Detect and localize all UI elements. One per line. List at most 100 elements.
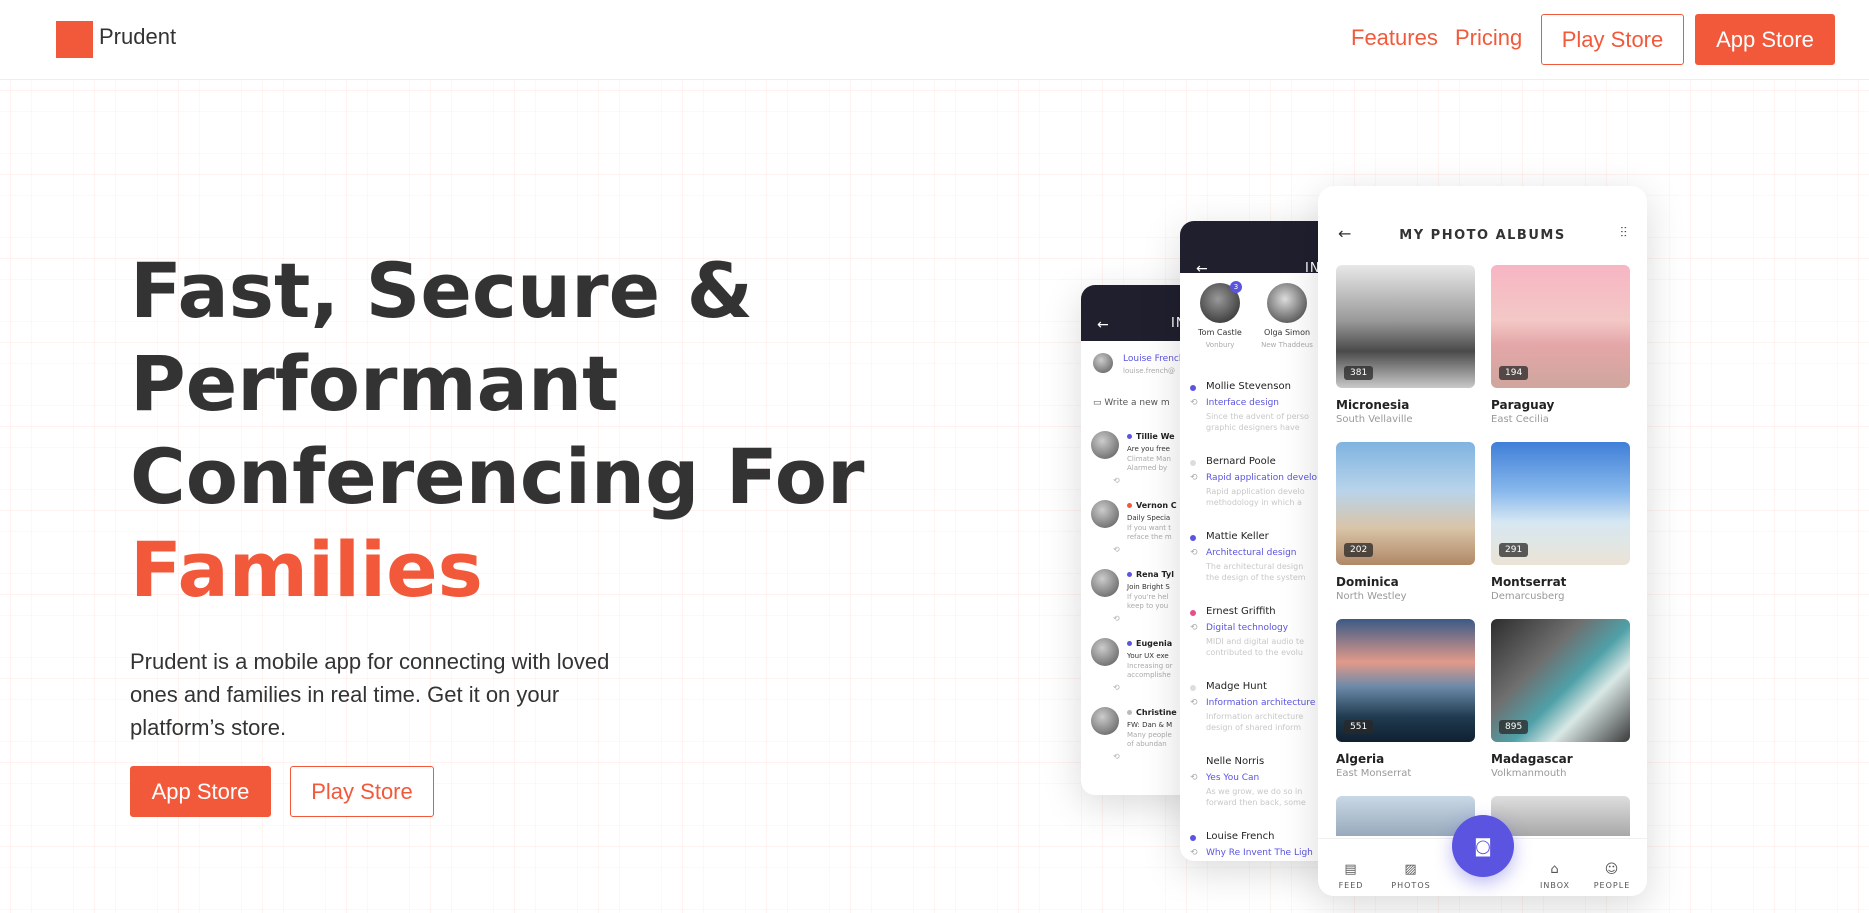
reply-icon: ⟲ xyxy=(1113,752,1120,761)
message-row[interactable]: Louise French ⟲ Why Re Invent The Ligh xyxy=(1190,831,1335,861)
contact-tom[interactable]: 3 Tom Castle Vonbury xyxy=(1192,281,1248,351)
contacts-row: 3 Tom Castle Vonbury Olga Simon New Thad… xyxy=(1180,273,1335,349)
status-dot xyxy=(1190,835,1196,841)
phone-mockup-inbox-front: ← IN 3 Tom Castle Vonbury Olga Simon New… xyxy=(1180,221,1335,861)
album-card[interactable]: 551 Algeria East Monserrat xyxy=(1336,619,1475,779)
album-location: East Monserrat xyxy=(1336,768,1412,779)
album-location: Volkmanmouth xyxy=(1491,768,1567,779)
message-row[interactable]: Mollie Stevenson ⟲ Interface design Sinc… xyxy=(1190,381,1335,451)
album-name: Madagascar xyxy=(1491,752,1573,766)
brand-logo-icon[interactable] xyxy=(56,21,93,58)
album-image-partial xyxy=(1336,796,1475,836)
message-preview: the design of the system xyxy=(1206,573,1306,582)
message-row[interactable]: Mattie Keller ⟲ Architectural design The… xyxy=(1190,531,1335,601)
contact-name: Olga Simon xyxy=(1263,328,1311,337)
avatar xyxy=(1267,283,1307,323)
message-preview: contributed to the evolu xyxy=(1206,648,1303,657)
message-preview: of abundan xyxy=(1127,740,1167,748)
photo-count-badge: 381 xyxy=(1344,366,1374,380)
avatar xyxy=(1093,353,1113,373)
album-location: South Vellaville xyxy=(1336,414,1413,425)
contact-name: Louise French xyxy=(1123,354,1185,364)
nav-play-store-button[interactable]: Play Store xyxy=(1541,14,1684,65)
camera-button[interactable]: ◙ xyxy=(1452,815,1514,877)
filter-icon[interactable]: ⫶⫶ xyxy=(1620,225,1627,241)
message-row[interactable]: Nelle Norris ⟲ Yes You Can As we grow, w… xyxy=(1190,756,1335,826)
sender-name: Mattie Keller xyxy=(1206,531,1269,542)
reply-icon: ⟲ xyxy=(1113,476,1120,485)
tab-people[interactable]: ☺ PEOPLE xyxy=(1587,862,1637,890)
avatar xyxy=(1091,638,1119,666)
album-card[interactable]: 194 Paraguay East Cecilia xyxy=(1491,265,1630,425)
status-dot xyxy=(1127,572,1132,577)
sender-name: Tillie We xyxy=(1127,431,1175,443)
nav-link-features[interactable]: Features xyxy=(1351,25,1438,51)
compose-field: ▭ Write a new m xyxy=(1093,398,1170,408)
top-navbar: Prudent Features Pricing Play Store App … xyxy=(0,0,1869,80)
photo-count-badge: 895 xyxy=(1499,720,1529,734)
hero-title-line: Performant xyxy=(130,339,619,428)
album-name: Montserrat xyxy=(1491,575,1567,589)
album-card[interactable]: 202 Dominica North Westley xyxy=(1336,442,1475,602)
album-name: Paraguay xyxy=(1491,398,1555,412)
album-image: 551 xyxy=(1336,619,1475,742)
hero-title-line: Conferencing For xyxy=(130,432,865,521)
tab-photos[interactable]: ▨ PHOTOS xyxy=(1386,862,1436,890)
status-dot xyxy=(1127,641,1132,646)
album-location: North Westley xyxy=(1336,591,1407,602)
album-name: Micronesia xyxy=(1336,398,1410,412)
nav-link-pricing[interactable]: Pricing xyxy=(1455,25,1522,51)
camera-icon: ◙ xyxy=(1474,835,1492,857)
phone-mockup-photo-albums: ← MY PHOTO ALBUMS ⫶⫶ 381 Micronesia Sout… xyxy=(1318,186,1647,896)
status-dot xyxy=(1190,385,1196,391)
photo-count-badge: 551 xyxy=(1344,720,1374,734)
album-card[interactable]: 381 Micronesia South Vellaville xyxy=(1336,265,1475,425)
status-dot xyxy=(1190,535,1196,541)
brand-name[interactable]: Prudent xyxy=(99,24,176,50)
message-subject: Digital technology xyxy=(1206,623,1289,633)
album-card[interactable]: 291 Montserrat Demarcusberg xyxy=(1491,442,1630,602)
album-image: 291 xyxy=(1491,442,1630,565)
hero-title-accent: Families xyxy=(130,525,483,614)
message-row[interactable]: Bernard Poole ⟲ Rapid application develo… xyxy=(1190,456,1335,526)
avatar xyxy=(1091,500,1119,528)
people-icon: ☺ xyxy=(1604,862,1620,877)
message-preview: forward then back, some xyxy=(1206,798,1306,807)
message-row[interactable]: Ernest Griffith ⟲ Digital technology MID… xyxy=(1190,606,1335,676)
message-icon: ▭ xyxy=(1093,398,1102,408)
album-card[interactable]: 895 Madagascar Volkmanmouth xyxy=(1491,619,1630,779)
hero-title: Fast, Secure & Performant Conferencing F… xyxy=(130,244,864,616)
contact-email: louise.french@ xyxy=(1123,367,1176,375)
unread-badge: 3 xyxy=(1230,281,1242,293)
contact-olga[interactable]: Olga Simon New Thaddeus xyxy=(1254,283,1320,351)
reply-icon: ⟲ xyxy=(1190,548,1198,558)
sender-name: Mollie Stevenson xyxy=(1206,381,1291,392)
message-subject: Interface design xyxy=(1206,398,1280,408)
status-dot xyxy=(1190,460,1196,466)
hero-app-store-button[interactable]: App Store xyxy=(130,766,271,817)
message-preview: accomplishe xyxy=(1127,671,1171,679)
photo-count-badge: 194 xyxy=(1499,366,1529,380)
feed-icon: ▤ xyxy=(1344,862,1358,877)
album-location: East Cecilia xyxy=(1491,414,1549,425)
albums-header: ← MY PHOTO ALBUMS ⫶⫶ xyxy=(1318,222,1647,252)
tab-inbox[interactable]: ⌂ INBOX xyxy=(1530,862,1580,890)
message-preview: graphic designers have xyxy=(1206,423,1300,432)
nav-app-store-button[interactable]: App Store xyxy=(1695,14,1835,65)
status-dot xyxy=(1190,610,1196,616)
message-subject: Yes You Can xyxy=(1206,773,1260,783)
photo-count-badge: 202 xyxy=(1344,543,1374,557)
sender-name: Louise French xyxy=(1206,831,1275,842)
status-dot xyxy=(1127,503,1132,508)
message-row[interactable]: Madge Hunt ⟲ Information architecture In… xyxy=(1190,681,1335,751)
bottom-tab-bar: ▤ FEED ▨ PHOTOS ◙ ⌂ INBOX ☺ PEOPLE xyxy=(1318,815,1647,896)
sender-name: Bernard Poole xyxy=(1206,456,1276,467)
album-image: 194 xyxy=(1491,265,1630,388)
message-preview: reface the m xyxy=(1127,533,1172,541)
back-arrow-icon: ← xyxy=(1097,317,1109,333)
album-name: Algeria xyxy=(1336,752,1385,766)
message-preview: methodology in which a xyxy=(1206,498,1302,507)
hero-play-store-button[interactable]: Play Store xyxy=(290,766,434,817)
message-preview: design of shared inform xyxy=(1206,723,1302,732)
tab-feed[interactable]: ▤ FEED xyxy=(1326,862,1376,890)
